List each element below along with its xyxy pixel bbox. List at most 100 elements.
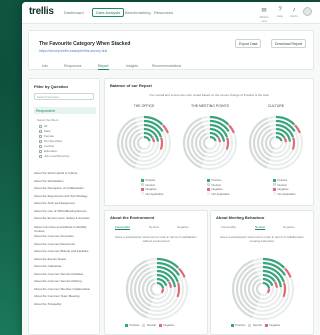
meeting-behaviour-radial-chart bbox=[231, 257, 294, 321]
checkbox[interactable] bbox=[39, 149, 42, 153]
sidebar-question-item[interactable]: About the Environment, Safety & Acoustic bbox=[34, 216, 96, 220]
filter-option[interactable]: Another bbox=[39, 144, 55, 148]
tab-info[interactable]: Info bbox=[42, 64, 48, 68]
filter-option-label: Male bbox=[44, 129, 51, 133]
bell-icon: ♪ bbox=[292, 7, 296, 13]
negative-arc bbox=[159, 137, 164, 150]
sidebar-question-item[interactable]: About the Common Brands and Facilities bbox=[34, 249, 96, 253]
legend-item: Not Applicable bbox=[207, 192, 229, 197]
filter-option[interactable]: Education bbox=[39, 149, 57, 153]
sidebar-question-item[interactable]: About the Common Service Facilities bbox=[34, 272, 96, 276]
sidebar-question-item[interactable]: About the Common Team Meeting bbox=[34, 294, 96, 298]
checkbox[interactable] bbox=[39, 144, 42, 148]
sidebar-question-item[interactable]: About the Perception of Collaboration bbox=[34, 186, 96, 190]
checkbox[interactable] bbox=[39, 139, 42, 143]
survey-link[interactable]: https://survey.trellis.example/this-surv… bbox=[39, 49, 107, 53]
legend-item: Negative bbox=[158, 323, 174, 328]
neutral-arc bbox=[149, 282, 156, 296]
meeting-behaviour-legend: Positive Neutral Negative bbox=[231, 323, 280, 328]
question-search-input[interactable]: Search Question bbox=[34, 93, 94, 100]
neutral-arc bbox=[268, 136, 275, 150]
sidebar-question-item[interactable]: About the Use of Office/Meeting Rooms bbox=[34, 209, 96, 213]
tab-insights[interactable]: Insights bbox=[126, 64, 138, 68]
positive-arc bbox=[262, 281, 271, 289]
filter-option[interactable]: Male bbox=[39, 129, 51, 133]
positive-arc bbox=[275, 135, 283, 142]
filter-option-label: Not Specified bbox=[44, 139, 62, 143]
positive-arc bbox=[156, 281, 165, 289]
negative-arc bbox=[283, 137, 288, 143]
tab-report[interactable]: Report bbox=[98, 64, 109, 70]
environment-card: About the Environment Favourable Neutral… bbox=[104, 210, 208, 335]
meeting-behaviour-card: About Meeting Behaviour Favourable Neutr… bbox=[210, 210, 314, 335]
legend-item: Positive bbox=[125, 323, 139, 328]
checkbox[interactable] bbox=[39, 124, 42, 128]
nav-dashboard[interactable]: Dashboard bbox=[64, 10, 84, 15]
alerts-button[interactable]: ♪ Alerts bbox=[288, 7, 300, 18]
tab-responses[interactable]: Responses bbox=[64, 64, 82, 68]
neutral-arc bbox=[136, 136, 143, 150]
filter-option[interactable]: Female bbox=[39, 134, 54, 138]
sidebar-question-item[interactable]: About the Workstation bbox=[34, 179, 96, 183]
environment-legend: Positive Neutral Negative bbox=[125, 323, 174, 328]
sidebar-question-item[interactable]: About the Common Service Parking bbox=[34, 279, 96, 283]
filter-sub-label: Select the filters bbox=[37, 118, 59, 122]
filter-option[interactable]: Job Level/Seniority bbox=[39, 154, 69, 158]
legend-item: Not Applicable bbox=[141, 192, 163, 197]
negative-arc bbox=[160, 288, 165, 294]
neutral-arc bbox=[202, 136, 209, 150]
survey-title: The Favourite Category When Stacked bbox=[39, 41, 131, 47]
legend-culture: Positive Neutral Negative Not Applicable bbox=[273, 178, 295, 196]
sidebar-title: Filter by Question bbox=[34, 84, 69, 89]
question-icon: ? bbox=[278, 7, 282, 13]
legend-item: Positive bbox=[231, 323, 245, 328]
nav-benchmarking[interactable]: Benchmarking bbox=[125, 10, 151, 15]
sidebar-question-item[interactable]: About the Common Resources bbox=[34, 242, 96, 246]
export-data-button[interactable]: Export Data bbox=[235, 39, 262, 48]
checkbox[interactable] bbox=[39, 129, 42, 133]
download-report-button[interactable]: Download Report bbox=[271, 39, 307, 48]
user-avatar[interactable] bbox=[303, 7, 312, 16]
positive-arc bbox=[143, 135, 151, 142]
legend-meeting: Positive Neutral Negative Not Applicable bbox=[207, 178, 229, 196]
legend-item: Negative bbox=[264, 323, 280, 328]
sidebar-question-item[interactable]: About the Work Hybrid & Culture bbox=[34, 171, 96, 175]
environment-radial-chart bbox=[125, 257, 188, 321]
legend-item: Not Applicable bbox=[273, 192, 295, 197]
filter-option-label: Education bbox=[44, 149, 58, 153]
negative-arc bbox=[282, 282, 287, 298]
sidebar-item-respondent[interactable]: Respondent bbox=[34, 107, 96, 114]
sidebar-question-item[interactable]: About the Ergonomics and Tool Strategy bbox=[34, 194, 96, 198]
filter-option-label: Another bbox=[44, 144, 55, 148]
overview-card: Balance of our Report Our overall and sc… bbox=[104, 78, 314, 206]
positive-arc bbox=[209, 135, 217, 142]
top-nav: trellis Dashboard Data Analysis Benchmar… bbox=[22, 2, 320, 24]
app-logo[interactable]: trellis bbox=[29, 6, 54, 17]
negative-arc bbox=[217, 137, 222, 143]
sidebar-question-item[interactable]: About the Common Amenities bbox=[34, 234, 96, 238]
tab-recommendations[interactable]: Recommendations bbox=[152, 64, 181, 68]
filter-option[interactable]: All bbox=[39, 124, 47, 128]
checkbox[interactable] bbox=[39, 154, 42, 158]
nav-resources[interactable]: Resources bbox=[154, 10, 173, 15]
nav-data-analysis[interactable]: Data Analysis bbox=[92, 8, 125, 17]
negative-arc bbox=[176, 282, 181, 298]
sidebar-question-item[interactable]: About the Common Member Collaboration bbox=[34, 287, 96, 291]
sidebar-question-item[interactable]: About the Tranquility bbox=[34, 302, 96, 306]
negative-arc bbox=[274, 281, 279, 288]
help-label: Help bbox=[276, 14, 284, 18]
filter-option[interactable]: Not Specified bbox=[39, 139, 62, 143]
help-button[interactable]: ? Help bbox=[274, 7, 286, 18]
sidebar-question-item[interactable]: About Commute and Attitude to Mobility C… bbox=[34, 225, 96, 233]
filter-option-label: All bbox=[44, 124, 48, 128]
sidebar-question-item[interactable]: About the Cafeterias bbox=[34, 264, 96, 268]
neutral-arc bbox=[255, 282, 262, 296]
checkbox[interactable] bbox=[39, 134, 42, 138]
negative-arc bbox=[291, 137, 296, 150]
legend-office: Positive Neutral Negative Not Applicable bbox=[141, 178, 163, 196]
megaphone-icon: ✉ bbox=[261, 8, 267, 14]
whats-new-button[interactable]: ✉ What's new bbox=[258, 7, 270, 23]
sidebar-question-item[interactable]: About the Tech and Equipment bbox=[34, 201, 96, 205]
negative-arc bbox=[266, 288, 271, 294]
sidebar-question-item[interactable]: About the Events Space bbox=[34, 257, 96, 261]
